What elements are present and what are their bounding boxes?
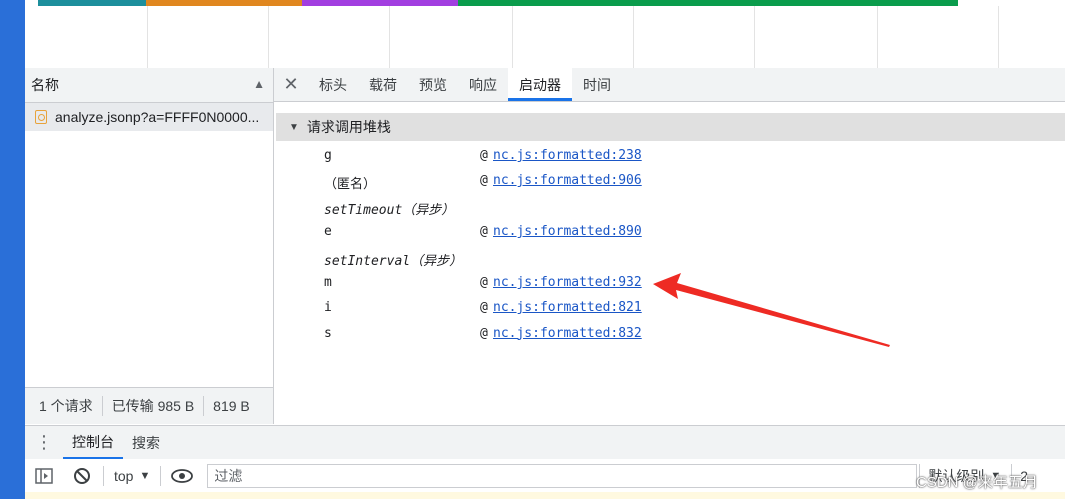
source-link[interactable]: nc.js:formatted:821: [493, 300, 642, 315]
request-detail-tabs: ✕ 标头 载荷 预览 响应 启动器 时间: [274, 68, 1065, 102]
tab-console[interactable]: 控制台: [63, 426, 123, 459]
stack-frame: s @ nc.js:formatted:832: [276, 321, 1065, 346]
collapse-triangle-icon[interactable]: ▼: [289, 122, 299, 133]
left-window-edge: [0, 0, 25, 499]
frame-function-name: g: [324, 148, 332, 163]
timeline-bar-segment: [38, 0, 146, 6]
at-sign: @: [480, 300, 488, 316]
more-options-icon[interactable]: ⋮: [25, 426, 63, 459]
timeline-gridline: [389, 6, 390, 68]
source-link[interactable]: nc.js:formatted:238: [493, 148, 642, 163]
context-selector[interactable]: top ▼: [106, 459, 158, 492]
stack-frame: e @ nc.js:formatted:890: [276, 219, 1065, 244]
timeline-gridline: [512, 6, 513, 68]
toolbar-separator: [103, 465, 104, 486]
at-sign: @: [480, 148, 488, 163]
source-link[interactable]: nc.js:formatted:890: [493, 224, 642, 239]
requests-panel: 名称 ▲ analyze.jsonp?a=FFFF0N0000... 1 个请求…: [25, 68, 274, 424]
watermark: CSDN @来年五月: [916, 474, 1038, 491]
network-overview-timeline[interactable]: [25, 0, 1065, 69]
tab-search[interactable]: 搜索: [123, 426, 169, 459]
at-sign: @: [480, 274, 488, 290]
stack-frame: （匿名） @ nc.js:formatted:906: [276, 168, 1065, 193]
async-boundary: setTimeout（异步）: [276, 194, 1065, 219]
drawer-tabs: ⋮ 控制台 搜索: [25, 425, 1065, 460]
at-sign: @: [480, 173, 488, 189]
dropdown-triangle-icon: ▼: [139, 469, 151, 482]
at-sign: @: [480, 224, 488, 240]
async-boundary: setInterval（异步）: [276, 245, 1065, 270]
tab-headers[interactable]: 标头: [308, 68, 358, 101]
timeline-gridline: [754, 6, 755, 68]
tab-payload[interactable]: 载荷: [358, 68, 408, 101]
async-label: setInterval（异步）: [324, 253, 463, 269]
frame-function-name: s: [324, 325, 332, 341]
call-stack-list: g @ nc.js:formatted:238 （匿名） @ nc.js:for…: [276, 143, 1065, 346]
timeline-bar-segment: [146, 0, 302, 6]
source-link[interactable]: nc.js:formatted:906: [493, 173, 642, 188]
sort-up-triangle-icon[interactable]: ▲: [253, 77, 265, 91]
frame-function-name: m: [324, 274, 332, 290]
timeline-bar-segment: [302, 0, 458, 6]
toolbar-separator: [160, 465, 162, 486]
source-link[interactable]: nc.js:formatted:832: [493, 326, 642, 341]
stack-frame: i @ nc.js:formatted:821: [276, 295, 1065, 320]
tab-preview[interactable]: 预览: [408, 68, 458, 101]
filter-placeholder: 过滤: [214, 467, 243, 484]
frame-function-name: （匿名）: [324, 177, 377, 193]
request-name: analyze.jsonp?a=FFFF0N0000...: [55, 109, 260, 125]
transferred-size: 已传输 985 B: [103, 396, 205, 416]
script-file-icon: [35, 110, 47, 124]
filter-input[interactable]: 过滤: [207, 463, 918, 488]
request-row[interactable]: analyze.jsonp?a=FFFF0N0000...: [25, 103, 273, 131]
tab-timing[interactable]: 时间: [572, 68, 622, 101]
sidebar-toggle-icon[interactable]: [25, 459, 63, 492]
name-column-header[interactable]: 名称 ▲: [25, 68, 273, 103]
name-column-label: 名称: [31, 77, 59, 93]
timeline-bar-segment: [458, 0, 958, 6]
timeline-gridline: [268, 6, 269, 68]
stack-frame: g @ nc.js:formatted:238: [276, 143, 1065, 168]
close-icon[interactable]: ✕: [274, 68, 308, 101]
tab-initiator[interactable]: 启动器: [508, 68, 572, 101]
timeline-gridline: [633, 6, 634, 68]
source-link[interactable]: nc.js:formatted:932: [493, 275, 642, 290]
async-label: setTimeout（异步）: [324, 202, 455, 218]
console-toolbar: top ▼ 过滤 默认级别 ▼ 2: [25, 459, 1065, 492]
timeline-gridline: [877, 6, 878, 68]
console-message-strip: [25, 492, 1065, 499]
context-value: top: [114, 467, 134, 484]
network-summary-bar: 1 个请求 已传输 985 B 819 B: [25, 387, 273, 424]
call-stack-title: 请求调用堆栈: [306, 119, 391, 135]
frame-function-name: i: [324, 300, 332, 316]
call-stack-section-header[interactable]: ▼ 请求调用堆栈: [276, 113, 1065, 141]
clear-console-icon[interactable]: [63, 459, 101, 492]
eye-icon[interactable]: [163, 459, 201, 492]
resource-size: 819 B: [213, 398, 250, 414]
timeline-gridline: [998, 6, 999, 68]
timeline-gridline: [147, 6, 148, 68]
at-sign: @: [480, 325, 488, 341]
request-count: 1 个请求: [25, 396, 103, 416]
tab-response[interactable]: 响应: [458, 68, 508, 101]
stack-frame: m @ nc.js:formatted:932: [276, 270, 1065, 295]
frame-function-name: e: [324, 224, 332, 240]
